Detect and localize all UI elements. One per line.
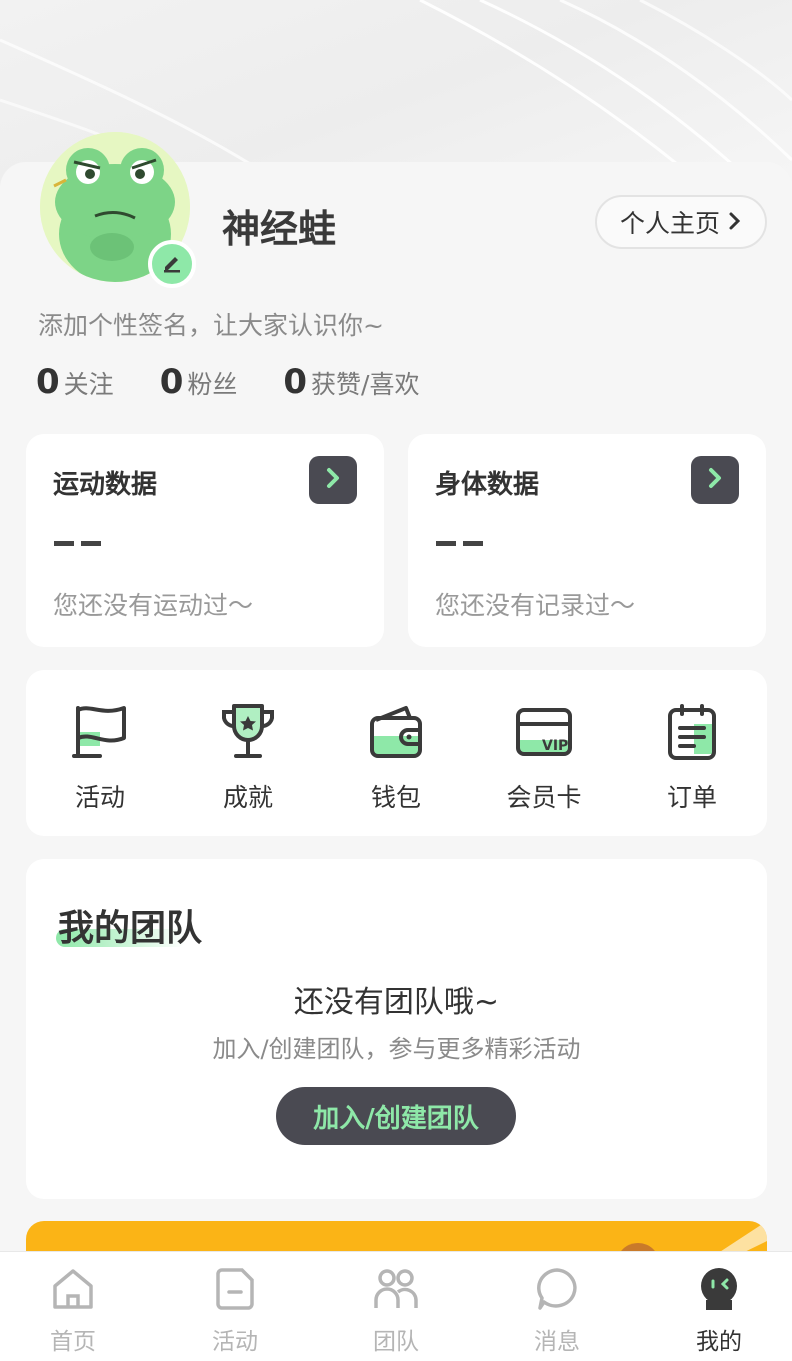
team-section-title: 我的团队 bbox=[58, 908, 203, 949]
menu-item-orders[interactable]: 订单 bbox=[632, 702, 752, 814]
join-create-team-button[interactable]: 加入/创建团队 bbox=[276, 1087, 516, 1145]
card-title: 身体数据 bbox=[435, 470, 540, 500]
exercise-data-card[interactable]: 运动数据 您还没有运动过～ bbox=[26, 434, 384, 647]
card-hint: 您还没有记录过～ bbox=[435, 591, 636, 620]
personal-homepage-button[interactable]: 个人主页 bbox=[595, 195, 767, 249]
card-title: 运动数据 bbox=[53, 470, 158, 500]
menu-label: 会员卡 bbox=[506, 783, 582, 812]
menu-label: 订单 bbox=[666, 783, 717, 812]
activity-icon bbox=[212, 1266, 258, 1316]
menu-label: 活动 bbox=[74, 783, 125, 812]
vip-badge-text: VIP bbox=[542, 738, 568, 754]
body-data-arrow-button[interactable] bbox=[691, 456, 739, 504]
stat-number: 0 bbox=[159, 362, 184, 402]
my-team-card: 我的团队 还没有团队哦~ 加入/创建团队，参与更多精彩活动 加入/创建团队 bbox=[26, 859, 767, 1199]
stat-label: 关注 bbox=[63, 370, 114, 399]
body-data-card[interactable]: 身体数据 您还没有记录过～ bbox=[408, 434, 766, 647]
team-empty-subtext: 加入/创建团队，参与更多精彩活动 bbox=[212, 1035, 581, 1063]
tab-label: 团队 bbox=[373, 1329, 419, 1355]
menu-item-vip-card[interactable]: VIP 会员卡 bbox=[484, 702, 604, 814]
tab-label: 首页 bbox=[50, 1329, 96, 1355]
stat-label: 粉丝 bbox=[187, 370, 238, 399]
stat-number: 0 bbox=[283, 362, 308, 402]
tab-label: 活动 bbox=[212, 1329, 258, 1355]
card-value bbox=[436, 534, 484, 554]
tab-label: 消息 bbox=[534, 1329, 580, 1355]
team-empty-text: 还没有团队哦~ bbox=[293, 985, 500, 1020]
team-icon bbox=[373, 1266, 419, 1316]
chevron-right-icon bbox=[325, 467, 341, 493]
message-icon bbox=[534, 1266, 580, 1316]
tab-activity[interactable]: 活动 bbox=[175, 1266, 295, 1356]
flag-icon bbox=[70, 702, 130, 766]
wallet-icon bbox=[366, 702, 426, 766]
pencil-icon bbox=[161, 251, 183, 277]
menu-label: 成就 bbox=[222, 783, 273, 812]
profile-stats: 0 关注 0 粉丝 0 获赞/喜欢 bbox=[36, 362, 465, 402]
bottom-tab-bar: 首页 活动 团队 消息 我的 bbox=[0, 1251, 792, 1361]
menu-item-achievement[interactable]: 成就 bbox=[188, 702, 308, 814]
home-icon bbox=[50, 1266, 96, 1316]
exercise-data-arrow-button[interactable] bbox=[309, 456, 357, 504]
stat-likes[interactable]: 0 获赞/喜欢 bbox=[283, 362, 419, 402]
card-value bbox=[54, 534, 102, 554]
card-hint: 您还没有运动过～ bbox=[53, 591, 254, 620]
tab-label: 我的 bbox=[696, 1329, 742, 1355]
chevron-right-icon bbox=[707, 467, 723, 493]
trophy-icon bbox=[218, 702, 278, 766]
stat-following[interactable]: 0 关注 bbox=[36, 362, 114, 402]
menu-item-activity[interactable]: 活动 bbox=[40, 702, 160, 814]
stat-label: 获赞/喜欢 bbox=[311, 370, 420, 399]
order-clipboard-icon bbox=[662, 702, 722, 766]
tab-me[interactable]: 我的 bbox=[659, 1266, 779, 1356]
tab-team[interactable]: 团队 bbox=[336, 1266, 456, 1356]
profile-icon bbox=[696, 1266, 742, 1316]
menu-item-wallet[interactable]: 钱包 bbox=[336, 702, 456, 814]
tab-home[interactable]: 首页 bbox=[13, 1266, 133, 1356]
edit-avatar-button[interactable] bbox=[148, 240, 196, 288]
stat-fans[interactable]: 0 粉丝 bbox=[160, 362, 238, 402]
tab-messages[interactable]: 消息 bbox=[497, 1266, 617, 1356]
menu-label: 钱包 bbox=[370, 783, 421, 812]
personal-homepage-label: 个人主页 bbox=[619, 209, 720, 238]
username: 神经蛙 bbox=[222, 207, 337, 251]
signature[interactable]: 添加个性签名，让大家认识你~ bbox=[38, 306, 384, 342]
stat-number: 0 bbox=[36, 362, 60, 402]
chevron-right-icon bbox=[728, 208, 742, 237]
quick-menu: 活动 成就 钱包 VIP 会员卡 订单 bbox=[26, 670, 767, 836]
vip-card-icon: VIP bbox=[514, 702, 574, 766]
